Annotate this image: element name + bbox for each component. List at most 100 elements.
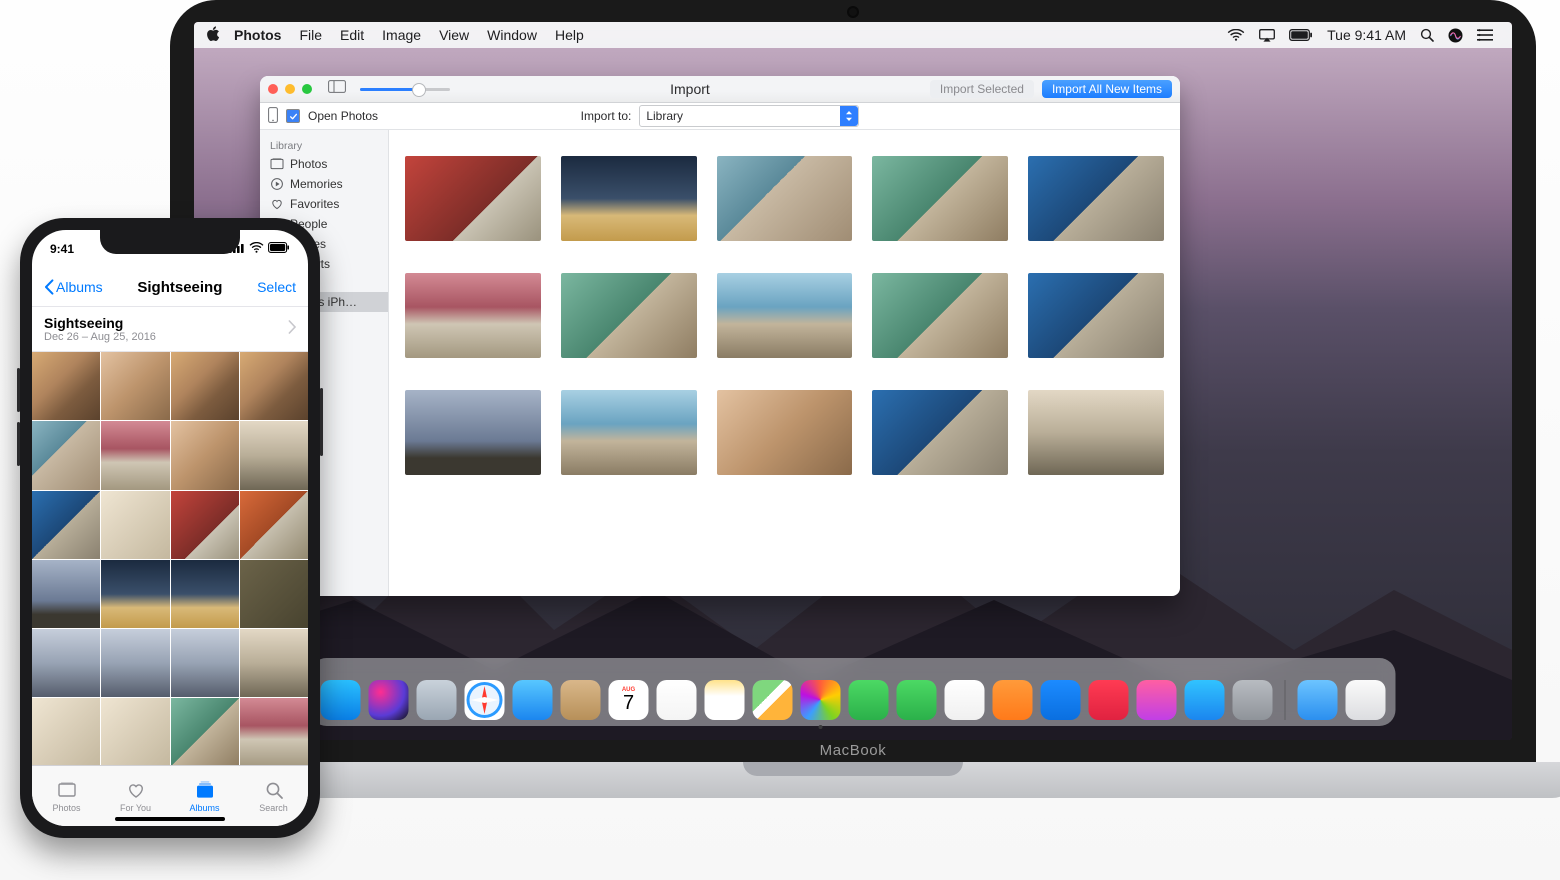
import-thumbnail-area[interactable] [389, 130, 1180, 596]
dock-finder[interactable] [321, 680, 361, 720]
import-thumbnail[interactable] [561, 390, 697, 475]
dock-reminders[interactable] [657, 680, 697, 720]
photo-cell[interactable] [101, 629, 169, 697]
photo-cell[interactable] [101, 560, 169, 628]
menu-view[interactable]: View [439, 27, 469, 43]
import-thumbnail[interactable] [405, 390, 541, 475]
photo-cell[interactable] [171, 421, 239, 489]
import-thumbnail[interactable] [872, 156, 1008, 241]
nav-back-button[interactable]: Albums [44, 279, 103, 295]
macos-menubar: Photos File Edit Image View Window Help … [194, 22, 1512, 48]
menu-file[interactable]: File [299, 27, 322, 43]
tab-search[interactable]: Search [239, 766, 308, 826]
photo-cell[interactable] [240, 560, 308, 628]
dock-messages[interactable] [849, 680, 889, 720]
import-thumbnail[interactable] [405, 156, 541, 241]
dock-downloads[interactable] [1298, 680, 1338, 720]
photo-cell[interactable] [32, 698, 100, 765]
dock-facetime[interactable] [897, 680, 937, 720]
notification-center-icon[interactable] [1477, 29, 1493, 41]
traffic-lights[interactable] [268, 84, 312, 94]
photo-cell[interactable] [240, 352, 308, 420]
photo-cell[interactable] [32, 421, 100, 489]
import-thumbnail[interactable] [561, 156, 697, 241]
import-thumbnail[interactable] [872, 390, 1008, 475]
photo-cell[interactable] [101, 352, 169, 420]
dock-trash[interactable] [1346, 680, 1386, 720]
spotlight-icon[interactable] [1420, 28, 1434, 42]
menu-window[interactable]: Window [487, 27, 537, 43]
siri-icon[interactable] [1448, 28, 1463, 43]
dock-photos[interactable] [801, 680, 841, 720]
album-header[interactable]: Sightseeing Dec 26 – Aug 25, 2016 [32, 307, 308, 352]
apple-menu-icon[interactable] [206, 26, 220, 45]
dock-calendar[interactable]: AUG7 [609, 680, 649, 720]
airplay-icon[interactable] [1259, 29, 1275, 42]
thumbnail-size-slider[interactable] [360, 85, 450, 93]
iphone-photo-grid[interactable] [32, 352, 308, 765]
photo-cell[interactable] [32, 491, 100, 559]
dock-pages[interactable] [993, 680, 1033, 720]
photo-cell[interactable] [171, 698, 239, 765]
dock-launchpad[interactable] [417, 680, 457, 720]
menu-image[interactable]: Image [382, 27, 421, 43]
dock-news[interactable] [1089, 680, 1129, 720]
window-titlebar[interactable]: Import Import Selected Import All New It… [260, 76, 1180, 103]
sidebar-item-memories[interactable]: Memories [260, 174, 388, 194]
dock-appstore[interactable] [1185, 680, 1225, 720]
menubar-clock[interactable]: Tue 9:41 AM [1327, 27, 1406, 43]
photos-tab-icon [56, 779, 78, 801]
battery-icon[interactable] [1289, 29, 1313, 41]
import-thumbnail[interactable] [1028, 390, 1164, 475]
import-all-button[interactable]: Import All New Items [1042, 80, 1172, 98]
photo-cell[interactable] [171, 560, 239, 628]
sidebar-item-favorites[interactable]: Favorites [260, 194, 388, 214]
photo-cell[interactable] [240, 629, 308, 697]
dock-keynote[interactable] [1041, 680, 1081, 720]
photo-cell[interactable] [101, 698, 169, 765]
dock-contacts[interactable] [561, 680, 601, 720]
photo-cell[interactable] [32, 560, 100, 628]
import-thumbnail[interactable] [405, 273, 541, 358]
import-thumbnail[interactable] [717, 156, 853, 241]
sidebar-toggle-icon[interactable] [328, 80, 346, 98]
wifi-icon[interactable] [1227, 29, 1245, 41]
photo-cell[interactable] [101, 491, 169, 559]
photo-cell[interactable] [240, 491, 308, 559]
nav-select-button[interactable]: Select [257, 279, 296, 295]
import-thumbnail[interactable] [717, 273, 853, 358]
photo-cell[interactable] [101, 421, 169, 489]
import-thumbnail[interactable] [717, 390, 853, 475]
close-button[interactable] [268, 84, 278, 94]
dock-safari[interactable] [465, 680, 505, 720]
import-thumbnail[interactable] [1028, 156, 1164, 241]
dock-numbers[interactable] [945, 680, 985, 720]
dock-notes[interactable] [705, 680, 745, 720]
menu-edit[interactable]: Edit [340, 27, 364, 43]
dock-preferences[interactable] [1233, 680, 1273, 720]
import-to-select[interactable]: Library [639, 105, 859, 127]
dock-siri[interactable] [369, 680, 409, 720]
photo-cell[interactable] [171, 629, 239, 697]
tab-photos[interactable]: Photos [32, 766, 101, 826]
import-selected-button[interactable]: Import Selected [930, 80, 1034, 98]
photo-cell[interactable] [32, 629, 100, 697]
photo-cell[interactable] [240, 698, 308, 765]
open-photos-checkbox[interactable] [286, 109, 300, 123]
dock-maps[interactable] [753, 680, 793, 720]
menu-help[interactable]: Help [555, 27, 584, 43]
photo-cell[interactable] [171, 352, 239, 420]
photo-cell[interactable] [240, 421, 308, 489]
dock-itunes[interactable] [1137, 680, 1177, 720]
minimize-button[interactable] [285, 84, 295, 94]
import-thumbnail[interactable] [872, 273, 1008, 358]
zoom-button[interactable] [302, 84, 312, 94]
sidebar-item-photos[interactable]: Photos [260, 154, 388, 174]
home-indicator[interactable] [115, 817, 225, 821]
menu-app-name[interactable]: Photos [234, 27, 281, 43]
import-thumbnail[interactable] [561, 273, 697, 358]
import-thumbnail[interactable] [1028, 273, 1164, 358]
photo-cell[interactable] [171, 491, 239, 559]
photo-cell[interactable] [32, 352, 100, 420]
dock-mail[interactable] [513, 680, 553, 720]
